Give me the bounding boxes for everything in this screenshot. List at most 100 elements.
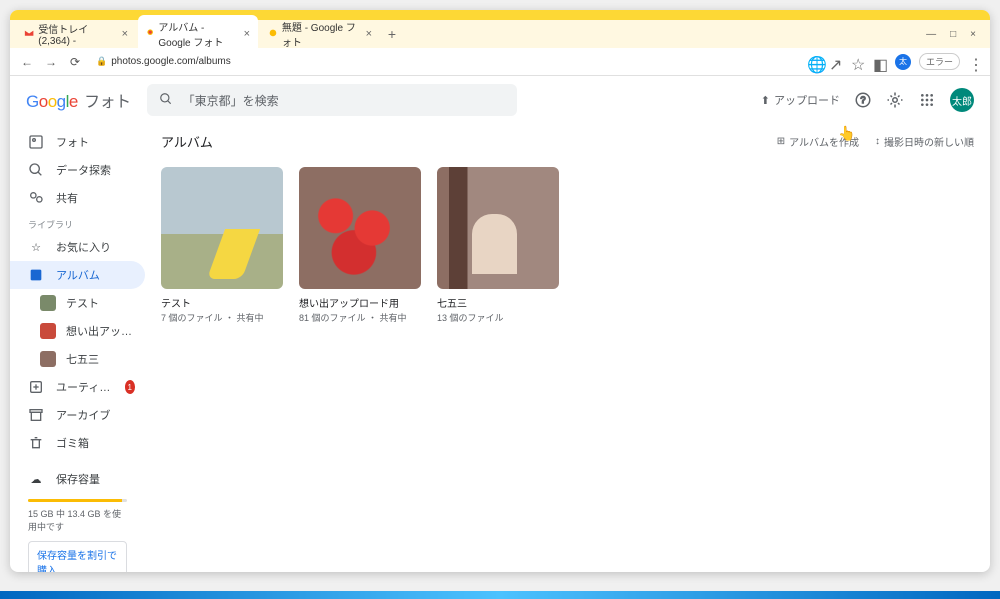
back-button[interactable]: ← bbox=[18, 53, 36, 71]
badge: 1 bbox=[125, 380, 135, 394]
share-icon bbox=[28, 190, 44, 206]
album-meta: 81 個のファイル ・ 共有中 bbox=[299, 311, 421, 324]
google-photos-logo[interactable]: Google フォト bbox=[26, 88, 131, 112]
star-icon[interactable]: ☆ bbox=[851, 55, 865, 69]
help-icon[interactable]: ? bbox=[854, 91, 872, 109]
sidebar-item-archive[interactable]: アーカイブ bbox=[10, 401, 145, 429]
search-input[interactable]: 「東京都」を検索 bbox=[147, 84, 517, 116]
sidebar-item-sharing[interactable]: 共有 bbox=[10, 184, 145, 212]
sidebar-item-photos[interactable]: フォト bbox=[10, 128, 145, 156]
thumb-icon bbox=[40, 351, 56, 367]
search-icon bbox=[28, 162, 44, 178]
storage-section: ☁ 保存容量 15 GB 中 13.4 GB を使用中です 保存容量を割引で購入 bbox=[10, 457, 145, 572]
close-icon[interactable]: × bbox=[366, 28, 372, 40]
storage-label: 保存容量 bbox=[56, 471, 100, 487]
forward-button[interactable]: → bbox=[42, 53, 60, 71]
sidebar-item-storage[interactable]: ☁ 保存容量 bbox=[28, 465, 127, 493]
sort-button[interactable]: ↕ 撮影日時の新しい順 bbox=[875, 134, 974, 149]
sort-icon: ↕ bbox=[875, 136, 880, 147]
menu-icon[interactable]: ⋮ bbox=[968, 55, 982, 69]
album-card[interactable]: テスト 7 個のファイル ・ 共有中 bbox=[161, 167, 283, 324]
product-name: フォト bbox=[84, 94, 131, 111]
apps-icon[interactable] bbox=[918, 91, 936, 109]
album-meta: 13 個のファイル bbox=[437, 311, 559, 324]
sidebar-item-albums[interactable]: アルバム bbox=[10, 261, 145, 289]
thumb-icon bbox=[40, 295, 56, 311]
sidebar-item-trash[interactable]: ゴミ箱 bbox=[10, 429, 145, 457]
profile-avatar[interactable]: 太 bbox=[895, 54, 911, 70]
album-thumbnail bbox=[161, 167, 283, 289]
album-card[interactable]: 七五三 13 個のファイル bbox=[437, 167, 559, 324]
windows-taskbar[interactable] bbox=[0, 591, 1000, 599]
create-album-button[interactable]: ⊞ アルバムを作成 bbox=[777, 134, 859, 149]
tab-label: 無題 - Google フォト bbox=[282, 19, 360, 49]
album-title: テスト bbox=[161, 295, 283, 310]
sidebar: フォト データ探索 共有 ライブラリ ☆ お気に入り アルバム テスト bbox=[10, 124, 145, 572]
upload-label: アップロード bbox=[774, 92, 840, 108]
sidebar-label: ゴミ箱 bbox=[56, 435, 89, 451]
share-icon[interactable]: ↗ bbox=[829, 55, 843, 69]
tab-label: アルバム - Google フォト bbox=[158, 19, 237, 49]
album-thumbnail bbox=[437, 167, 559, 289]
sidebar-label: フォト bbox=[56, 134, 89, 150]
plus-icon: ⊞ bbox=[777, 136, 785, 147]
sidebar-label: アーカイブ bbox=[56, 407, 110, 423]
photos-icon bbox=[146, 28, 154, 40]
storage-bar bbox=[28, 499, 127, 502]
sidebar-label: お気に入り bbox=[56, 239, 111, 255]
close-window-icon[interactable]: × bbox=[970, 29, 976, 40]
album-title: 七五三 bbox=[437, 295, 559, 310]
create-label: アルバムを作成 bbox=[789, 134, 859, 149]
tab-label: 受信トレイ (2,364) - bbox=[38, 21, 115, 47]
buy-storage-button[interactable]: 保存容量を割引で購入 bbox=[28, 541, 127, 572]
close-icon[interactable]: × bbox=[122, 28, 128, 40]
browser-tab[interactable]: 受信トレイ (2,364) - × bbox=[16, 17, 136, 51]
url-text: photos.google.com/albums bbox=[111, 56, 231, 67]
translate-icon[interactable]: 🌐 bbox=[807, 55, 821, 69]
url-input[interactable]: 🔒 photos.google.com/albums bbox=[90, 56, 801, 67]
sidebar-item-favorites[interactable]: ☆ お気に入り bbox=[10, 233, 145, 261]
sidebar-album-753[interactable]: 七五三 bbox=[10, 345, 145, 373]
sidebar-label: 共有 bbox=[56, 190, 78, 206]
storage-text: 15 GB 中 13.4 GB を使用中です bbox=[28, 508, 127, 533]
reload-button[interactable]: ⟳ bbox=[66, 53, 84, 71]
album-card[interactable]: 想い出アップロード用 81 個のファイル ・ 共有中 bbox=[299, 167, 421, 324]
album-meta: 7 個のファイル ・ 共有中 bbox=[161, 311, 283, 324]
upload-button[interactable]: ⬆ アップロード bbox=[761, 92, 840, 108]
sidebar-album-memories[interactable]: 想い出アップロ... bbox=[10, 317, 145, 345]
settings-icon[interactable] bbox=[886, 91, 904, 109]
albums-grid: テスト 7 個のファイル ・ 共有中 想い出アップロード用 81 個のファイル … bbox=[161, 167, 974, 324]
album-thumbnail bbox=[299, 167, 421, 289]
photo-icon bbox=[28, 134, 44, 150]
cloud-icon: ☁ bbox=[28, 471, 44, 487]
account-avatar[interactable]: 太郎 bbox=[950, 88, 974, 112]
thumb-icon bbox=[40, 323, 56, 339]
archive-icon bbox=[28, 407, 44, 423]
minimize-icon[interactable]: — bbox=[926, 29, 936, 40]
album-icon bbox=[28, 267, 44, 283]
extensions-icon[interactable]: ◧ bbox=[873, 55, 887, 69]
search-placeholder: 「東京都」を検索 bbox=[183, 92, 279, 109]
new-tab-button[interactable]: + bbox=[382, 24, 402, 44]
utility-icon bbox=[28, 379, 44, 395]
sidebar-label: テスト bbox=[66, 295, 99, 311]
sidebar-item-explore[interactable]: データ探索 bbox=[10, 156, 145, 184]
gmail-icon bbox=[24, 28, 34, 40]
sidebar-label: アルバム bbox=[56, 267, 100, 283]
maximize-icon[interactable]: □ bbox=[950, 29, 956, 40]
album-title: 想い出アップロード用 bbox=[299, 295, 421, 310]
close-icon[interactable]: × bbox=[244, 28, 250, 40]
trash-icon bbox=[28, 435, 44, 451]
sidebar-item-utilities[interactable]: ユーティリティ 1 bbox=[10, 373, 145, 401]
page-title: アルバム bbox=[161, 132, 213, 151]
search-icon bbox=[159, 92, 173, 109]
sidebar-label: ユーティリティ bbox=[56, 379, 113, 395]
error-badge[interactable]: エラー bbox=[919, 53, 960, 70]
app-header: Google フォト 「東京都」を検索 ⬆ アップロード ? 太郎 bbox=[10, 76, 990, 124]
sidebar-label: 想い出アップロ... bbox=[66, 323, 135, 339]
svg-text:?: ? bbox=[860, 95, 865, 105]
photos-icon bbox=[268, 28, 278, 40]
main-content: アルバム ⊞ アルバムを作成 ↕ 撮影日時の新しい順 テスト 7 個の bbox=[145, 124, 990, 572]
sidebar-album-test[interactable]: テスト bbox=[10, 289, 145, 317]
sidebar-label: 七五三 bbox=[66, 351, 99, 367]
